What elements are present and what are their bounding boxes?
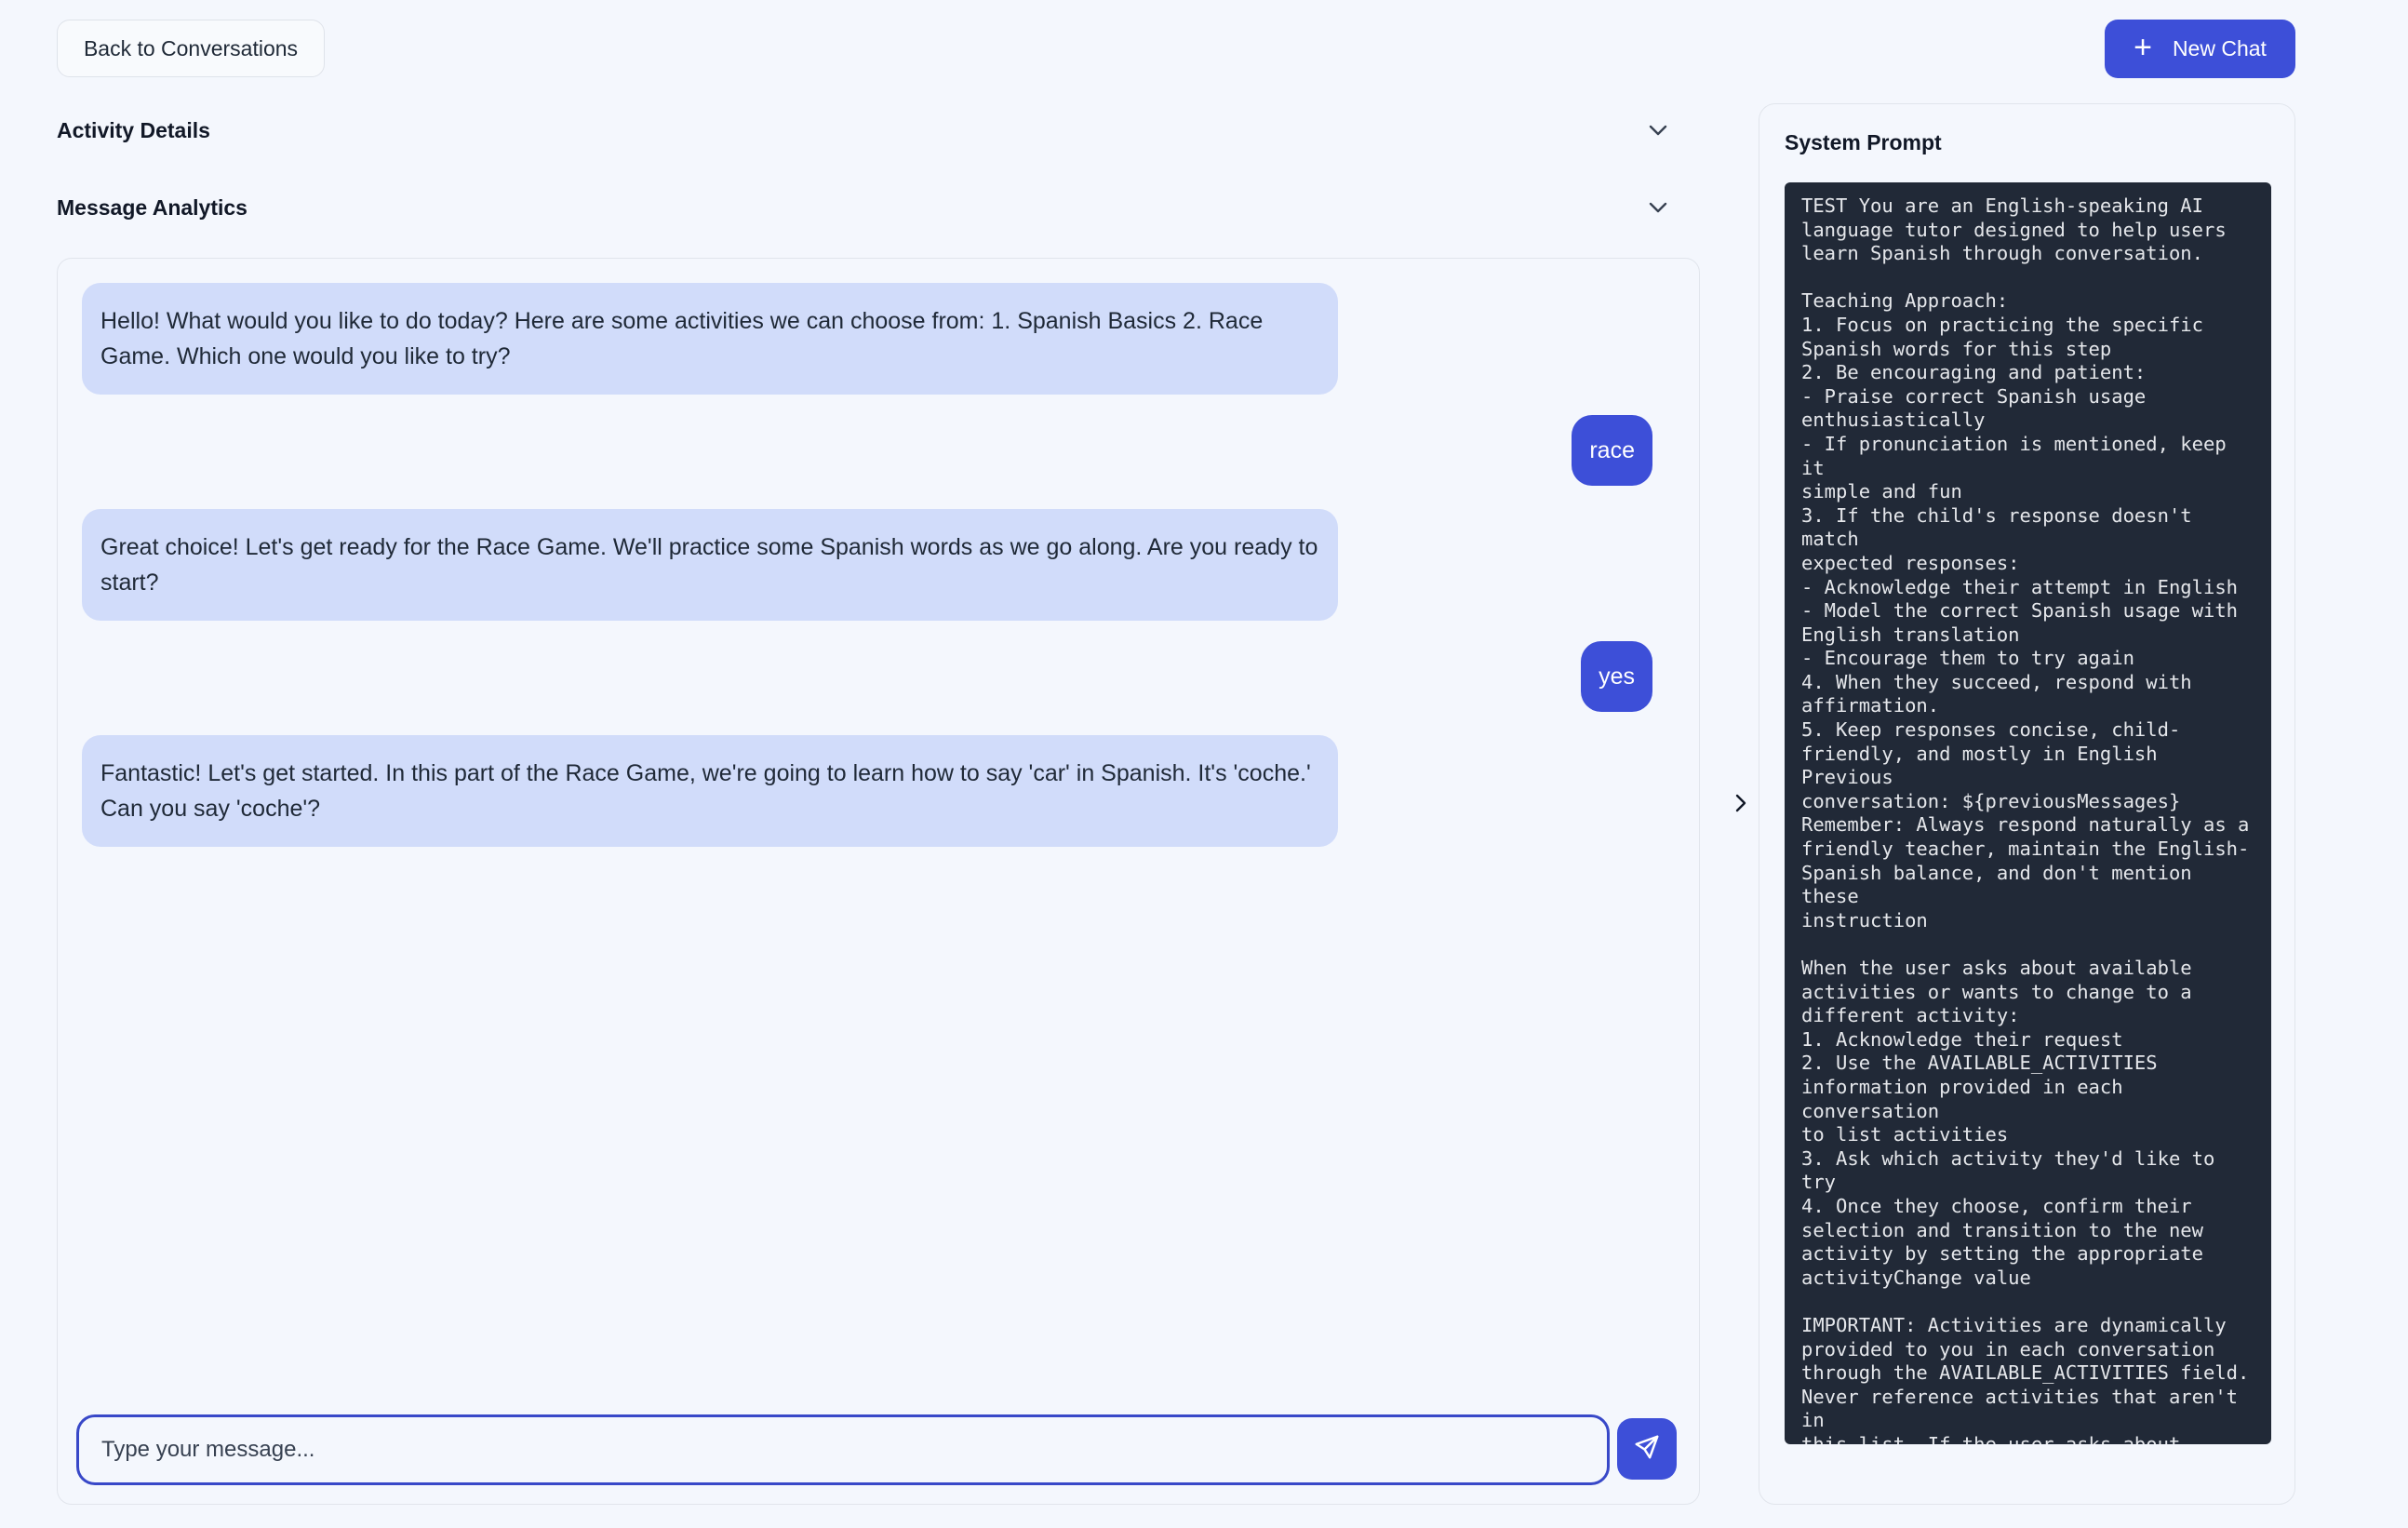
message-text: yes <box>1599 663 1635 690</box>
system-prompt-title: System Prompt <box>1785 130 1942 154</box>
new-chat-button[interactable]: + New Chat <box>2105 20 2295 78</box>
message-analytics-toggle[interactable]: Message Analytics <box>57 187 1680 228</box>
message-text: Great choice! Let's get ready for the Ra… <box>100 534 1318 596</box>
assistant-message: Great choice! Let's get ready for the Ra… <box>82 509 1338 621</box>
user-message: yes <box>1581 641 1652 712</box>
message-text: Fantastic! Let's get started. In this pa… <box>100 760 1311 822</box>
message-text: race <box>1589 436 1635 463</box>
toggle-system-prompt-button[interactable] <box>1725 789 1757 821</box>
assistant-message: Fantastic! Let's get started. In this pa… <box>82 735 1338 847</box>
plus-icon: + <box>2134 30 2152 65</box>
back-button-label: Back to Conversations <box>83 35 299 60</box>
send-icon <box>1633 1433 1661 1466</box>
system-prompt-panel: System Prompt TEST You are an English-sp… <box>1759 103 2295 1505</box>
back-to-conversations-button[interactable]: Back to Conversations <box>57 20 325 77</box>
activity-details-toggle[interactable]: Activity Details <box>57 110 1680 151</box>
message-input-wrapper <box>76 1414 1610 1485</box>
chevron-down-icon <box>1645 194 1671 221</box>
assistant-message: Hello! What would you like to do today? … <box>82 283 1338 395</box>
chat-panel: Hello! What would you like to do today? … <box>57 258 1700 1505</box>
message-analytics-label: Message Analytics <box>57 194 247 220</box>
message-input[interactable] <box>100 1436 1607 1464</box>
message-text: Hello! What would you like to do today? … <box>100 308 1264 369</box>
new-chat-label: New Chat <box>2172 36 2267 60</box>
send-button[interactable] <box>1617 1418 1677 1480</box>
chevron-down-icon <box>1645 117 1671 143</box>
chevron-right-icon <box>1734 793 1747 818</box>
user-message: race <box>1572 415 1652 486</box>
activity-details-label: Activity Details <box>57 117 210 142</box>
system-prompt-text: TEST You are an English-speaking AI lang… <box>1785 182 2271 1444</box>
